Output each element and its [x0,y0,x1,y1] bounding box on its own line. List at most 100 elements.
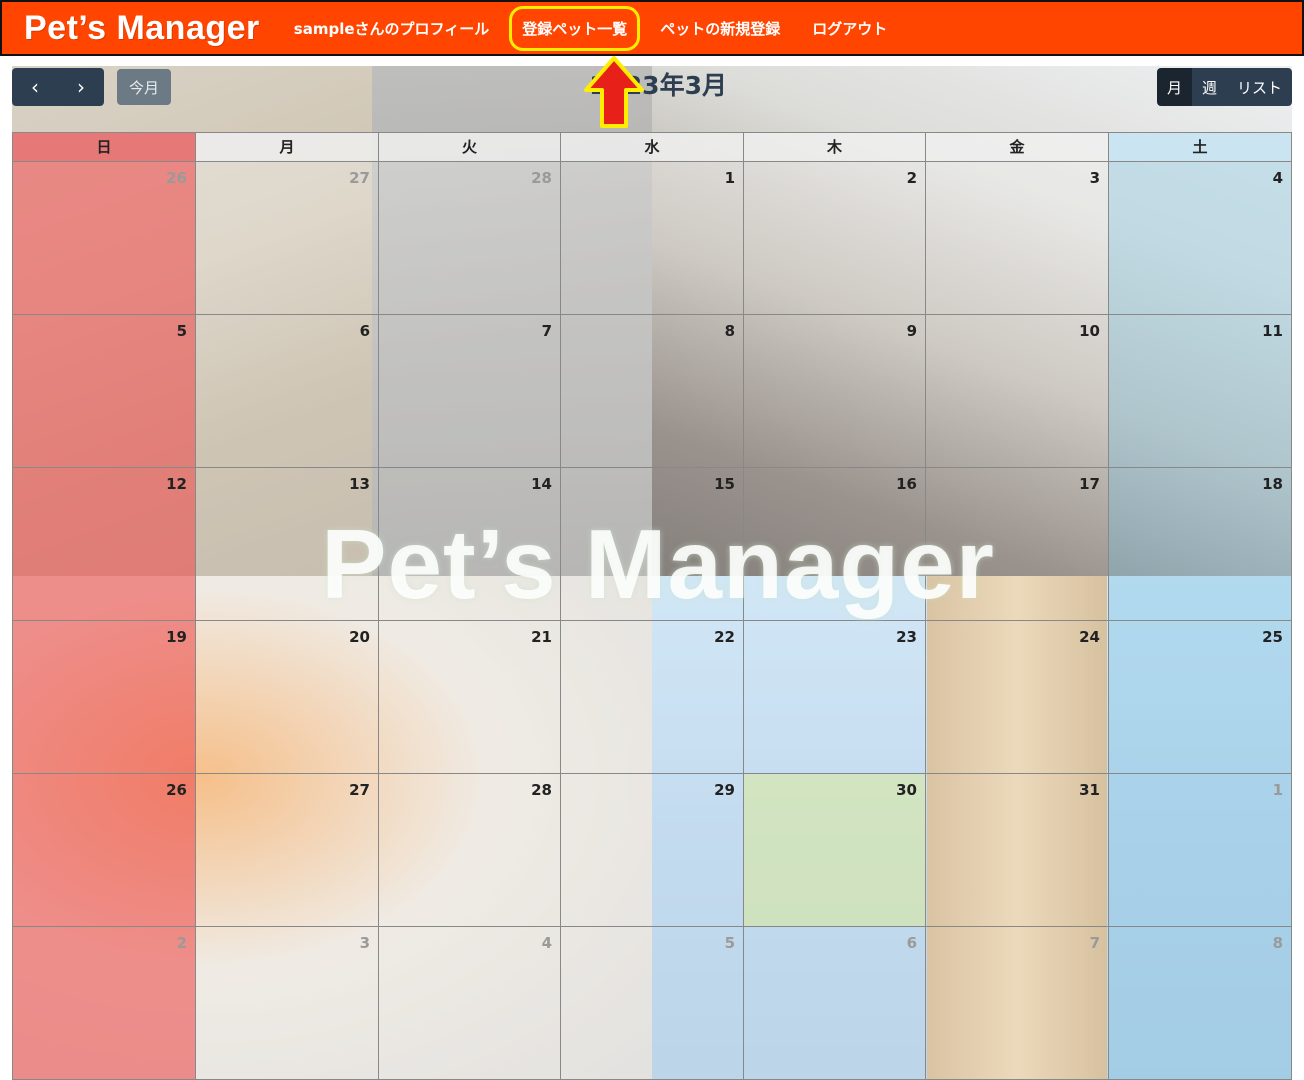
day-number[interactable]: 28 [531,781,552,799]
day-cell[interactable]: 26 [13,774,196,927]
day-cell[interactable]: 9 [744,315,926,468]
day-number[interactable]: 4 [542,934,552,952]
day-number[interactable]: 17 [1079,475,1100,493]
day-cell[interactable]: 13 [196,468,379,621]
list-view-button[interactable]: リスト [1226,68,1292,106]
day-number[interactable]: 1 [725,169,735,187]
day-cell[interactable]: 7 [379,315,561,468]
day-number[interactable]: 15 [714,475,735,493]
day-cell[interactable]: 4 [379,927,561,1080]
nav-logout-link[interactable]: ログアウト [812,18,887,39]
week-row: 2 3 4 5 6 7 8 [13,927,1292,1080]
day-cell[interactable]: 14 [379,468,561,621]
day-cell[interactable]: 18 [1109,468,1292,621]
day-number[interactable]: 13 [349,475,370,493]
day-cell[interactable]: 30 [744,774,926,927]
day-number[interactable]: 2 [907,169,917,187]
day-cell[interactable]: 26 [13,162,196,315]
day-number[interactable]: 1 [1273,781,1283,799]
day-number[interactable]: 10 [1079,322,1100,340]
day-number[interactable]: 31 [1079,781,1100,799]
day-number[interactable]: 27 [349,781,370,799]
day-cell[interactable]: 1 [1109,774,1292,927]
day-cell[interactable]: 27 [196,162,379,315]
day-number[interactable]: 8 [725,322,735,340]
day-cell[interactable]: 15 [561,468,744,621]
day-cell[interactable]: 22 [561,621,744,774]
day-number[interactable]: 3 [360,934,370,952]
day-cell[interactable]: 20 [196,621,379,774]
day-number[interactable]: 3 [1090,169,1100,187]
week-row: 12 13 14 15 16 17 18 [13,468,1292,621]
brand-logo[interactable]: Pet’s Manager [24,9,260,48]
day-cell[interactable]: 5 [13,315,196,468]
day-cell[interactable]: 17 [926,468,1109,621]
this-month-button[interactable]: 今月 [117,69,171,105]
day-cell[interactable]: 25 [1109,621,1292,774]
day-number[interactable]: 16 [896,475,917,493]
day-number[interactable]: 5 [177,322,187,340]
day-number[interactable]: 8 [1273,934,1283,952]
next-month-button[interactable]: › [58,68,104,106]
day-number[interactable]: 4 [1273,169,1283,187]
day-cell[interactable]: 16 [744,468,926,621]
nav-pet-list-link[interactable]: 登録ペット一覧 [509,5,641,51]
day-number[interactable]: 27 [349,169,370,187]
day-cell[interactable]: 21 [379,621,561,774]
day-number[interactable]: 9 [907,322,917,340]
day-cell[interactable]: 2 [744,162,926,315]
day-number[interactable]: 24 [1079,628,1100,646]
day-number[interactable]: 14 [531,475,552,493]
day-cell[interactable]: 6 [744,927,926,1080]
day-number[interactable]: 7 [542,322,552,340]
day-number[interactable]: 5 [725,934,735,952]
weekday-header-sat: 土 [1109,133,1292,162]
day-cell[interactable]: 27 [196,774,379,927]
weekday-header-mon: 月 [196,133,379,162]
day-number[interactable]: 6 [907,934,917,952]
day-cell[interactable]: 8 [561,315,744,468]
day-number[interactable]: 19 [166,628,187,646]
day-number[interactable]: 11 [1262,322,1283,340]
day-cell[interactable]: 24 [926,621,1109,774]
day-cell[interactable]: 29 [561,774,744,927]
nav-new-pet-link[interactable]: ペットの新規登録 [660,18,780,39]
day-cell[interactable]: 3 [196,927,379,1080]
day-cell[interactable]: 11 [1109,315,1292,468]
day-cell[interactable]: 10 [926,315,1109,468]
day-number[interactable]: 29 [714,781,735,799]
day-cell[interactable]: 6 [196,315,379,468]
day-number[interactable]: 6 [360,322,370,340]
day-cell[interactable]: 3 [926,162,1109,315]
day-number[interactable]: 18 [1262,475,1283,493]
day-cell[interactable]: 23 [744,621,926,774]
prev-month-button[interactable]: ‹ [12,68,58,106]
day-number[interactable]: 2 [177,934,187,952]
day-cell[interactable]: 28 [379,162,561,315]
day-cell[interactable]: 2 [13,927,196,1080]
day-number[interactable]: 26 [166,169,187,187]
day-cell[interactable]: 4 [1109,162,1292,315]
day-cell[interactable]: 1 [561,162,744,315]
day-number[interactable]: 23 [896,628,917,646]
week-view-button[interactable]: 週 [1191,68,1227,106]
day-cell[interactable]: 28 [379,774,561,927]
day-number[interactable]: 28 [531,169,552,187]
day-number[interactable]: 22 [714,628,735,646]
day-cell[interactable]: 19 [13,621,196,774]
day-number[interactable]: 25 [1262,628,1283,646]
day-number[interactable]: 12 [166,475,187,493]
day-number[interactable]: 7 [1090,934,1100,952]
nav-profile-link[interactable]: sampleさんのプロフィール [294,18,489,39]
day-cell[interactable]: 8 [1109,927,1292,1080]
day-cell[interactable]: 12 [13,468,196,621]
day-number[interactable]: 26 [166,781,187,799]
day-number[interactable]: 30 [896,781,917,799]
week-row: 19 20 21 22 23 24 25 [13,621,1292,774]
day-cell[interactable]: 5 [561,927,744,1080]
day-cell[interactable]: 31 [926,774,1109,927]
month-view-button[interactable]: 月 [1156,68,1192,106]
day-cell[interactable]: 7 [926,927,1109,1080]
day-number[interactable]: 20 [349,628,370,646]
day-number[interactable]: 21 [531,628,552,646]
